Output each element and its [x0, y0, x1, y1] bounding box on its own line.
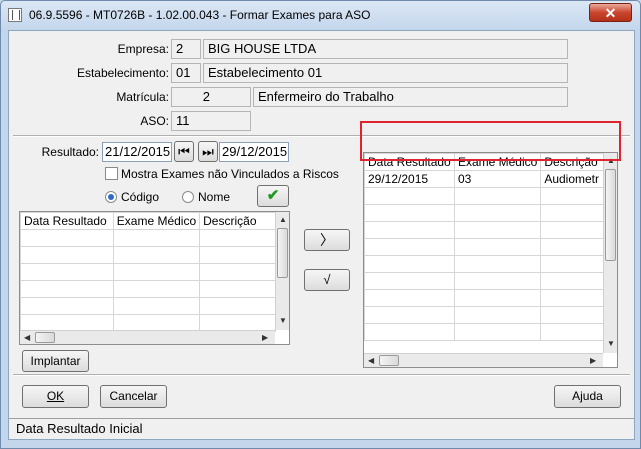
scroll-left-icon[interactable]: ◀ [24, 333, 30, 342]
scroll-right-icon[interactable]: ▶ [590, 356, 596, 365]
radio-codigo-label: Código [121, 190, 160, 204]
table-row[interactable] [20, 229, 276, 247]
close-button[interactable]: ✕ [589, 3, 632, 22]
table-row[interactable]: 29/12/2015 03 Audiometr [364, 170, 604, 188]
scroll-thumb[interactable] [35, 332, 55, 343]
table-row[interactable] [364, 323, 604, 341]
table-row[interactable] [364, 272, 604, 290]
left-grid-header: Data Resultado Exame Médico Descrição [20, 212, 276, 230]
empresa-name-field: BIG HOUSE LTDA [203, 39, 568, 59]
estabelecimento-code-field: 01 [171, 63, 201, 83]
mostra-exames-label: Mostra Exames não Vinculados a Riscos [121, 167, 339, 181]
left-grid-hscroll[interactable]: ◀ ▶ [20, 330, 275, 344]
scroll-thumb[interactable] [379, 355, 399, 366]
status-bar: Data Resultado Inicial [9, 418, 634, 439]
scroll-up-icon[interactable]: ▲ [279, 215, 287, 224]
table-cell: 03 [453, 170, 542, 188]
table-row[interactable] [20, 314, 276, 332]
right-grid-vscroll[interactable]: ▲ ▼ [603, 153, 617, 353]
remove-arrow-icon[interactable]: √ [304, 269, 350, 291]
aso-label: ASO: [140, 114, 169, 128]
separator [13, 374, 630, 376]
matricula-code-field: 2 [171, 87, 251, 107]
empresa-label: Empresa: [117, 42, 169, 56]
radio-nome[interactable] [182, 191, 194, 203]
matricula-label: Matrícula: [116, 90, 169, 104]
add-arrow-icon[interactable]: 〉 [304, 229, 350, 251]
radio-codigo[interactable] [105, 191, 117, 203]
scroll-thumb[interactable] [277, 228, 288, 278]
table-row[interactable] [364, 187, 604, 205]
main-window: 06.9.5596 - MT0726B - 1.02.00.043 - Form… [0, 0, 641, 449]
empresa-code-field: 2 [171, 39, 201, 59]
first-page-icon[interactable]: ⏮ [174, 141, 194, 162]
table-row[interactable] [364, 238, 604, 256]
confirm-filter-icon[interactable]: ✔ [257, 185, 289, 207]
scroll-down-icon[interactable]: ▼ [607, 339, 615, 348]
table-row[interactable] [20, 263, 276, 281]
implantar-button[interactable]: Implantar [22, 350, 89, 372]
table-row[interactable] [364, 204, 604, 222]
title-bar: 06.9.5596 - MT0726B - 1.02.00.043 - Form… [1, 1, 640, 29]
mostra-exames-checkbox[interactable] [105, 167, 118, 180]
table-row[interactable] [364, 221, 604, 239]
table-row[interactable] [364, 255, 604, 273]
table-cell: Audiometr [540, 170, 604, 188]
resultado-label: Resultado: [41, 145, 99, 159]
last-page-icon[interactable]: ⏭ [198, 141, 218, 162]
table-cell: 29/12/2015 [364, 170, 455, 188]
cancelar-button[interactable]: Cancelar [100, 385, 167, 408]
right-grid[interactable]: Data Resultado Exame Médico Descrição 29… [363, 152, 618, 368]
table-row[interactable] [20, 280, 276, 298]
dialog-body: Empresa: 2 BIG HOUSE LTDA Estabeleciment… [8, 30, 635, 440]
scroll-down-icon[interactable]: ▼ [279, 316, 287, 325]
left-col-data-resultado[interactable]: Data Resultado [20, 212, 114, 230]
date-to-input[interactable]: 29/12/2015 [219, 142, 289, 162]
ajuda-button[interactable]: Ajuda [554, 385, 621, 408]
scroll-thumb[interactable] [605, 169, 616, 261]
date-from-input[interactable]: 21/12/2015 [102, 142, 172, 162]
scroll-left-icon[interactable]: ◀ [368, 356, 374, 365]
radio-nome-label: Nome [198, 190, 231, 204]
highlight-box [360, 121, 621, 161]
table-row[interactable] [20, 297, 276, 315]
left-col-exame-medico[interactable]: Exame Médico [112, 212, 201, 230]
app-icon [8, 8, 22, 22]
ok-button[interactable]: OK [22, 385, 89, 408]
matricula-name-field: Enfermeiro do Trabalho [253, 87, 568, 107]
table-row[interactable] [364, 306, 604, 324]
estabelecimento-name-field: Estabelecimento 01 [203, 63, 568, 83]
estabelecimento-label: Estabelecimento: [76, 66, 169, 80]
window-title: 06.9.5596 - MT0726B - 1.02.00.043 - Form… [29, 8, 371, 22]
left-grid[interactable]: Data Resultado Exame Médico Descrição ▲ … [19, 211, 290, 345]
scroll-right-icon[interactable]: ▶ [262, 333, 268, 342]
left-grid-vscroll[interactable]: ▲ ▼ [275, 212, 289, 330]
table-row[interactable] [20, 246, 276, 264]
right-grid-hscroll[interactable]: ◀ ▶ [364, 353, 603, 367]
table-row[interactable] [364, 289, 604, 307]
aso-code-field: 11 [171, 111, 251, 131]
left-col-descricao[interactable]: Descrição [199, 212, 276, 230]
